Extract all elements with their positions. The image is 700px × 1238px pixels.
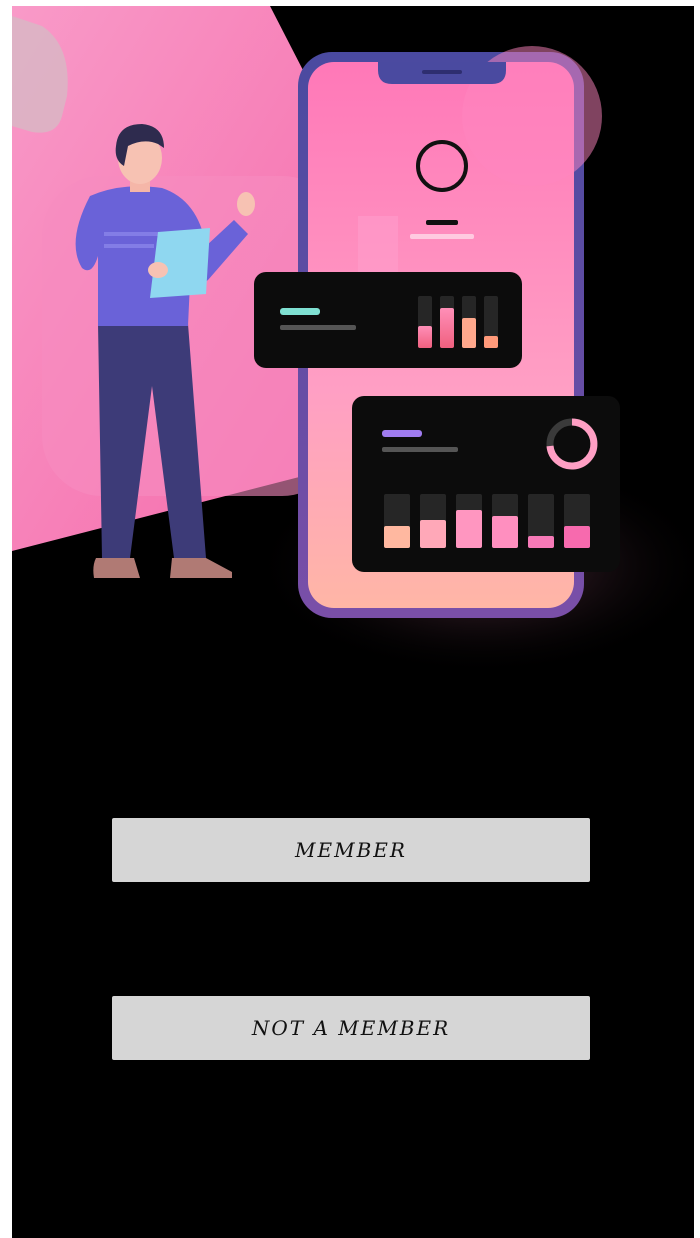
hero-illustration xyxy=(12,6,694,676)
member-button[interactable]: MEMBER xyxy=(112,818,590,882)
stats-card-donut-chart xyxy=(352,396,620,572)
not-a-member-button[interactable]: NOT A MEMBER xyxy=(112,996,590,1060)
app-screen: MEMBER NOT A MEMBER xyxy=(12,6,694,1238)
stats-card-bar-chart xyxy=(254,272,522,368)
